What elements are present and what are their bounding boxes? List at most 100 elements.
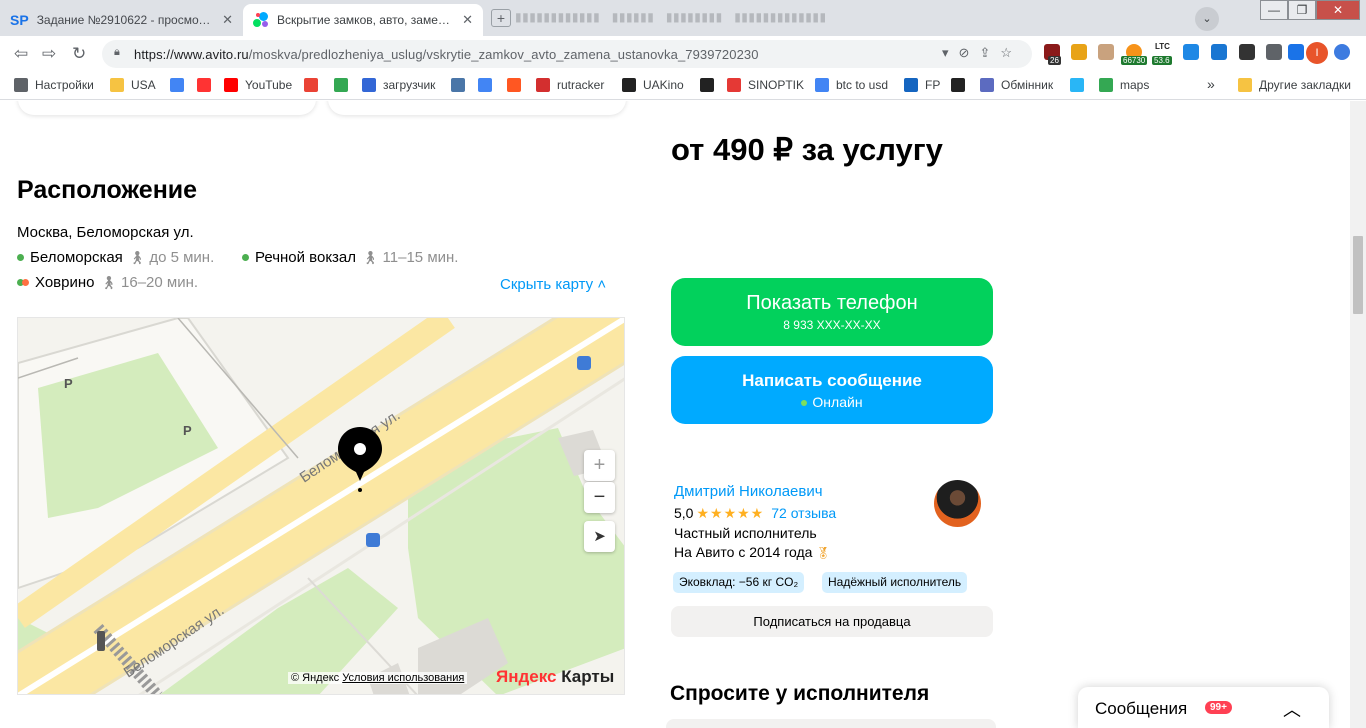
hide-map-link[interactable]: Скрыть карту ˄: [500, 276, 606, 293]
traffic-light-icon: [97, 631, 105, 651]
ask-field[interactable]: [666, 719, 996, 728]
share-icon[interactable]: ⇪: [979, 45, 1000, 60]
location-heading: Расположение: [17, 176, 198, 204]
youtube-icon: [224, 78, 238, 92]
metro-line-dot: [242, 254, 249, 261]
tab-search-icon[interactable]: ⌄: [1195, 7, 1219, 31]
eco-badge[interactable]: Эковклад: −56 кг CO₂: [673, 572, 805, 593]
reload-icon[interactable]: ↻: [72, 44, 86, 64]
downloads-icon[interactable]: [1288, 44, 1304, 60]
online-dot: [801, 400, 808, 407]
terms-link[interactable]: Условия использования: [342, 672, 464, 684]
reviews-link[interactable]: 72 отзыва: [771, 505, 836, 521]
bus-stop-icon[interactable]: [366, 533, 380, 547]
bookmark-обмінник[interactable]: Обмінник: [980, 78, 1053, 92]
bookmark-sinoptik[interactable]: SINOPTIK: [727, 78, 804, 92]
extension-circle-icon[interactable]: [1334, 44, 1350, 60]
map[interactable]: P P Беломорская ул. Беломорская ул. + − …: [17, 317, 625, 695]
new-tab-button[interactable]: +: [491, 9, 511, 27]
write-message-button[interactable]: Написать сообщение Онлайн: [671, 356, 993, 424]
metro-station: Ховрино 🚶︎ 16–20 мин.: [17, 274, 198, 291]
window-close-button[interactable]: ✕: [1316, 0, 1360, 20]
translate-icon: [478, 78, 492, 92]
bc-icon: [951, 78, 965, 92]
browser-toolbar: ⇦ ⇨ ↻ 🔒︎ https://www.avito.ru/moskva/pre…: [0, 36, 1366, 72]
bookmark-uakino[interactable]: UAKino: [622, 78, 684, 92]
scrollbar-thumb[interactable]: [1353, 236, 1363, 314]
bookmark-настройки[interactable]: Настройки: [14, 78, 94, 92]
bookmark-rutracker[interactable]: rutracker: [536, 78, 604, 92]
metro-station: Речной вокзал 🚶︎ 11–15 мин.: [242, 249, 458, 266]
bookmark-bc[interactable]: [951, 78, 972, 92]
gmail-icon: [304, 78, 318, 92]
page-scrollbar[interactable]: [1350, 101, 1366, 728]
bookmark-star[interactable]: [1070, 78, 1091, 92]
price-title: от 490 ₽ за услугу: [671, 132, 943, 167]
extension-brave-icon[interactable]: [1071, 44, 1087, 60]
bus-stop-icon[interactable]: [577, 356, 591, 370]
close-icon[interactable]: ✕: [222, 12, 233, 28]
address-bar[interactable]: 🔒︎ https://www.avito.ru/moskva/predlozhe…: [102, 40, 1032, 68]
seller-since: На Авито с 2014 года 🏅︎: [674, 544, 831, 560]
minimize-button[interactable]: —: [1260, 0, 1288, 20]
map-canvas[interactable]: P P Беломорская ул. Беломорская ул.: [18, 318, 625, 695]
bookmark-maps[interactable]: maps: [1099, 78, 1149, 92]
bookmark-drive[interactable]: [334, 78, 355, 92]
show-phone-label: Показать телефон: [746, 292, 918, 314]
bookmark-gmail[interactable]: [304, 78, 325, 92]
btc-price-badge: 66730: [1121, 56, 1148, 65]
geolocation-button[interactable]: ➤: [584, 521, 615, 552]
bookmark-btc-to-usd[interactable]: btc to usd: [815, 78, 888, 92]
tag-pill[interactable]: [328, 101, 626, 115]
reliable-badge[interactable]: Надёжный исполнитель: [822, 572, 968, 593]
back-icon[interactable]: ⇦: [14, 44, 28, 64]
bookmark-youtube[interactable]: YouTube: [224, 78, 292, 92]
dropdown-icon[interactable]: ▾: [942, 45, 959, 60]
other-bookmarks[interactable]: Другие закладки: [1238, 78, 1351, 92]
extension-terminal-icon[interactable]: [1239, 44, 1255, 60]
bookmark-vk[interactable]: [451, 78, 472, 92]
bookmark-overflow[interactable]: »: [1207, 76, 1215, 92]
maps-icon: [1099, 78, 1113, 92]
forward-icon[interactable]: ⇨: [42, 44, 56, 64]
rutracker-icon: [536, 78, 550, 92]
seller-avatar[interactable]: [934, 480, 981, 527]
ltc-label: LTC: [1155, 42, 1170, 51]
show-phone-button[interactable]: Показать телефон 8 933 XXX-XX-XX: [671, 278, 993, 346]
bookmark-загрузчик[interactable]: загрузчик: [362, 78, 435, 92]
close-icon[interactable]: ✕: [462, 12, 473, 28]
maximize-button[interactable]: ❐: [1288, 0, 1316, 20]
bookmark-google[interactable]: [170, 78, 191, 92]
metro-line-dot: [22, 279, 29, 286]
block-icon[interactable]: ⊘: [959, 45, 980, 60]
bookmark-usa[interactable]: USA: [110, 78, 156, 92]
seller-name-link[interactable]: Дмитрий Николаевич: [674, 483, 823, 500]
subscribe-button[interactable]: Подписаться на продавца: [671, 606, 993, 637]
yandex-maps-logo[interactable]: Яндекс Карты: [496, 667, 614, 687]
chevron-up-icon[interactable]: ︿: [1283, 696, 1301, 722]
extension-v-icon[interactable]: [1183, 44, 1199, 60]
messages-panel[interactable]: Сообщения 99+ ︿: [1078, 687, 1329, 728]
bookmark-fp[interactable]: FP: [904, 78, 940, 92]
tab-avito[interactable]: Вскрытие замков, авто, замена, у ✕: [243, 4, 483, 36]
url-text[interactable]: https://www.avito.ru/moskva/predlozheniy…: [134, 47, 759, 62]
bookmark-star-icon[interactable]: ☆: [1000, 45, 1022, 60]
bookmark-yandex[interactable]: [197, 78, 218, 92]
tab-task[interactable]: SP Задание №2910622 - просмотр з ✕: [0, 4, 243, 36]
extensions-puzzle-icon[interactable]: [1266, 44, 1282, 60]
google-icon: [170, 78, 184, 92]
zoom-out-button[interactable]: −: [584, 482, 615, 513]
walk-time: 🚶︎ 11–15 мин.: [362, 249, 459, 266]
bookmark-f[interactable]: [507, 78, 528, 92]
chevron-up-icon: ˄: [597, 276, 607, 293]
extension-face-icon[interactable]: [1098, 44, 1114, 60]
bookmark-chess[interactable]: [700, 78, 721, 92]
uakino-icon: [622, 78, 636, 92]
diamond-icon: [980, 78, 994, 92]
extension-download-icon[interactable]: [1211, 44, 1227, 60]
bookmark-translate[interactable]: [478, 78, 499, 92]
profile-avatar[interactable]: I: [1306, 42, 1328, 64]
tag-pill[interactable]: [18, 101, 316, 115]
zoom-in-button[interactable]: +: [584, 450, 615, 481]
walk-time: 🚶︎ 16–20 мин.: [100, 274, 199, 291]
